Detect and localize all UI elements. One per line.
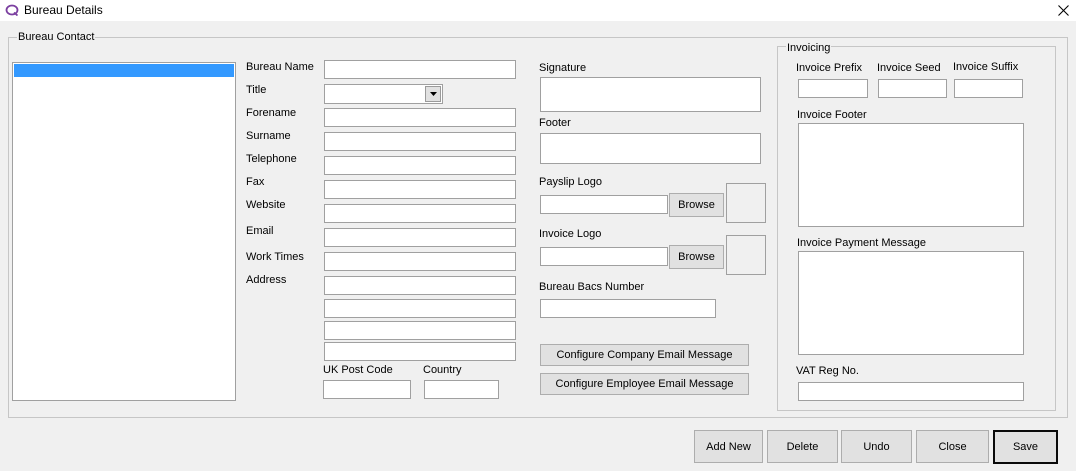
invoice-seed-field[interactable] — [878, 79, 947, 98]
address-line-2-field[interactable] — [324, 299, 516, 318]
bureau-name-label: Bureau Name — [246, 61, 314, 73]
undo-button[interactable]: Undo — [841, 430, 912, 463]
configure-employee-email-button[interactable]: Configure Employee Email Message — [540, 373, 749, 395]
address-line-3-field[interactable] — [324, 321, 516, 340]
bacs-number-label: Bureau Bacs Number — [539, 281, 645, 293]
invoice-suffix-field[interactable] — [954, 79, 1023, 98]
uk-post-code-label: UK Post Code — [323, 364, 393, 376]
close-window-button[interactable] — [1051, 1, 1075, 19]
invoicing-group — [777, 46, 1056, 411]
telephone-field[interactable] — [324, 156, 516, 175]
work-times-label: Work Times — [246, 251, 304, 263]
bureau-contact-title: Bureau Contact — [17, 31, 96, 43]
invoice-logo-label: Invoice Logo — [539, 228, 602, 240]
payslip-logo-path-field[interactable] — [540, 195, 668, 214]
website-field[interactable] — [324, 204, 516, 223]
payslip-logo-browse-button[interactable]: Browse — [669, 193, 724, 217]
invoice-seed-label: Invoice Seed — [877, 62, 941, 74]
close-button[interactable]: Close — [916, 430, 989, 463]
fax-label: Fax — [246, 176, 265, 188]
email-field[interactable] — [324, 228, 516, 247]
forename-label: Forename — [246, 107, 297, 119]
bureau-name-field[interactable] — [324, 60, 516, 79]
chevron-down-icon — [429, 92, 437, 96]
fax-field[interactable] — [324, 180, 516, 199]
invoice-suffix-label: Invoice Suffix — [953, 61, 1019, 73]
window-title: Bureau Details — [24, 3, 103, 17]
invoice-footer-label: Invoice Footer — [797, 109, 867, 121]
surname-label: Surname — [246, 130, 291, 142]
signature-field[interactable] — [540, 77, 761, 112]
invoice-logo-path-field[interactable] — [540, 247, 668, 266]
invoice-payment-message-field[interactable] — [798, 251, 1024, 355]
footer-field[interactable] — [540, 133, 761, 164]
delete-button[interactable]: Delete — [767, 430, 838, 463]
forename-field[interactable] — [324, 108, 516, 127]
title-dropdown-button[interactable] — [425, 86, 441, 102]
invoice-prefix-field[interactable] — [798, 79, 868, 98]
invoicing-title: Invoicing — [786, 42, 832, 54]
list-item-selected[interactable] — [14, 64, 234, 77]
address-line-1-field[interactable] — [324, 276, 516, 295]
payslip-logo-preview — [726, 183, 766, 223]
email-label: Email — [246, 225, 274, 237]
invoice-logo-browse-button[interactable]: Browse — [669, 245, 724, 269]
work-times-field[interactable] — [324, 252, 516, 271]
invoice-payment-message-label: Invoice Payment Message — [797, 237, 927, 249]
surname-field[interactable] — [324, 132, 516, 151]
title-label: Title — [246, 84, 267, 96]
footer-label: Footer — [539, 117, 571, 129]
title-select[interactable] — [324, 84, 443, 104]
add-new-button[interactable]: Add New — [694, 430, 763, 463]
invoice-prefix-label: Invoice Prefix — [796, 62, 863, 74]
address-label: Address — [246, 274, 287, 286]
title-bar: Bureau Details — [0, 0, 1076, 21]
close-icon — [1057, 4, 1069, 16]
country-field[interactable] — [424, 380, 499, 399]
vat-reg-field[interactable] — [798, 382, 1024, 401]
app-logo-icon — [5, 4, 19, 16]
uk-post-code-field[interactable] — [323, 380, 411, 399]
address-line-4-field[interactable] — [324, 342, 516, 361]
telephone-label: Telephone — [246, 153, 297, 165]
signature-label: Signature — [539, 62, 587, 74]
invoice-footer-field[interactable] — [798, 123, 1024, 227]
country-label: Country — [423, 364, 462, 376]
configure-company-email-button[interactable]: Configure Company Email Message — [540, 344, 749, 366]
payslip-logo-label: Payslip Logo — [539, 176, 602, 188]
save-button[interactable]: Save — [993, 430, 1058, 464]
website-label: Website — [246, 199, 286, 211]
vat-reg-label: VAT Reg No. — [796, 365, 859, 377]
invoice-logo-preview — [726, 235, 766, 275]
bacs-number-field[interactable] — [540, 299, 716, 318]
bureau-list[interactable] — [12, 62, 236, 401]
